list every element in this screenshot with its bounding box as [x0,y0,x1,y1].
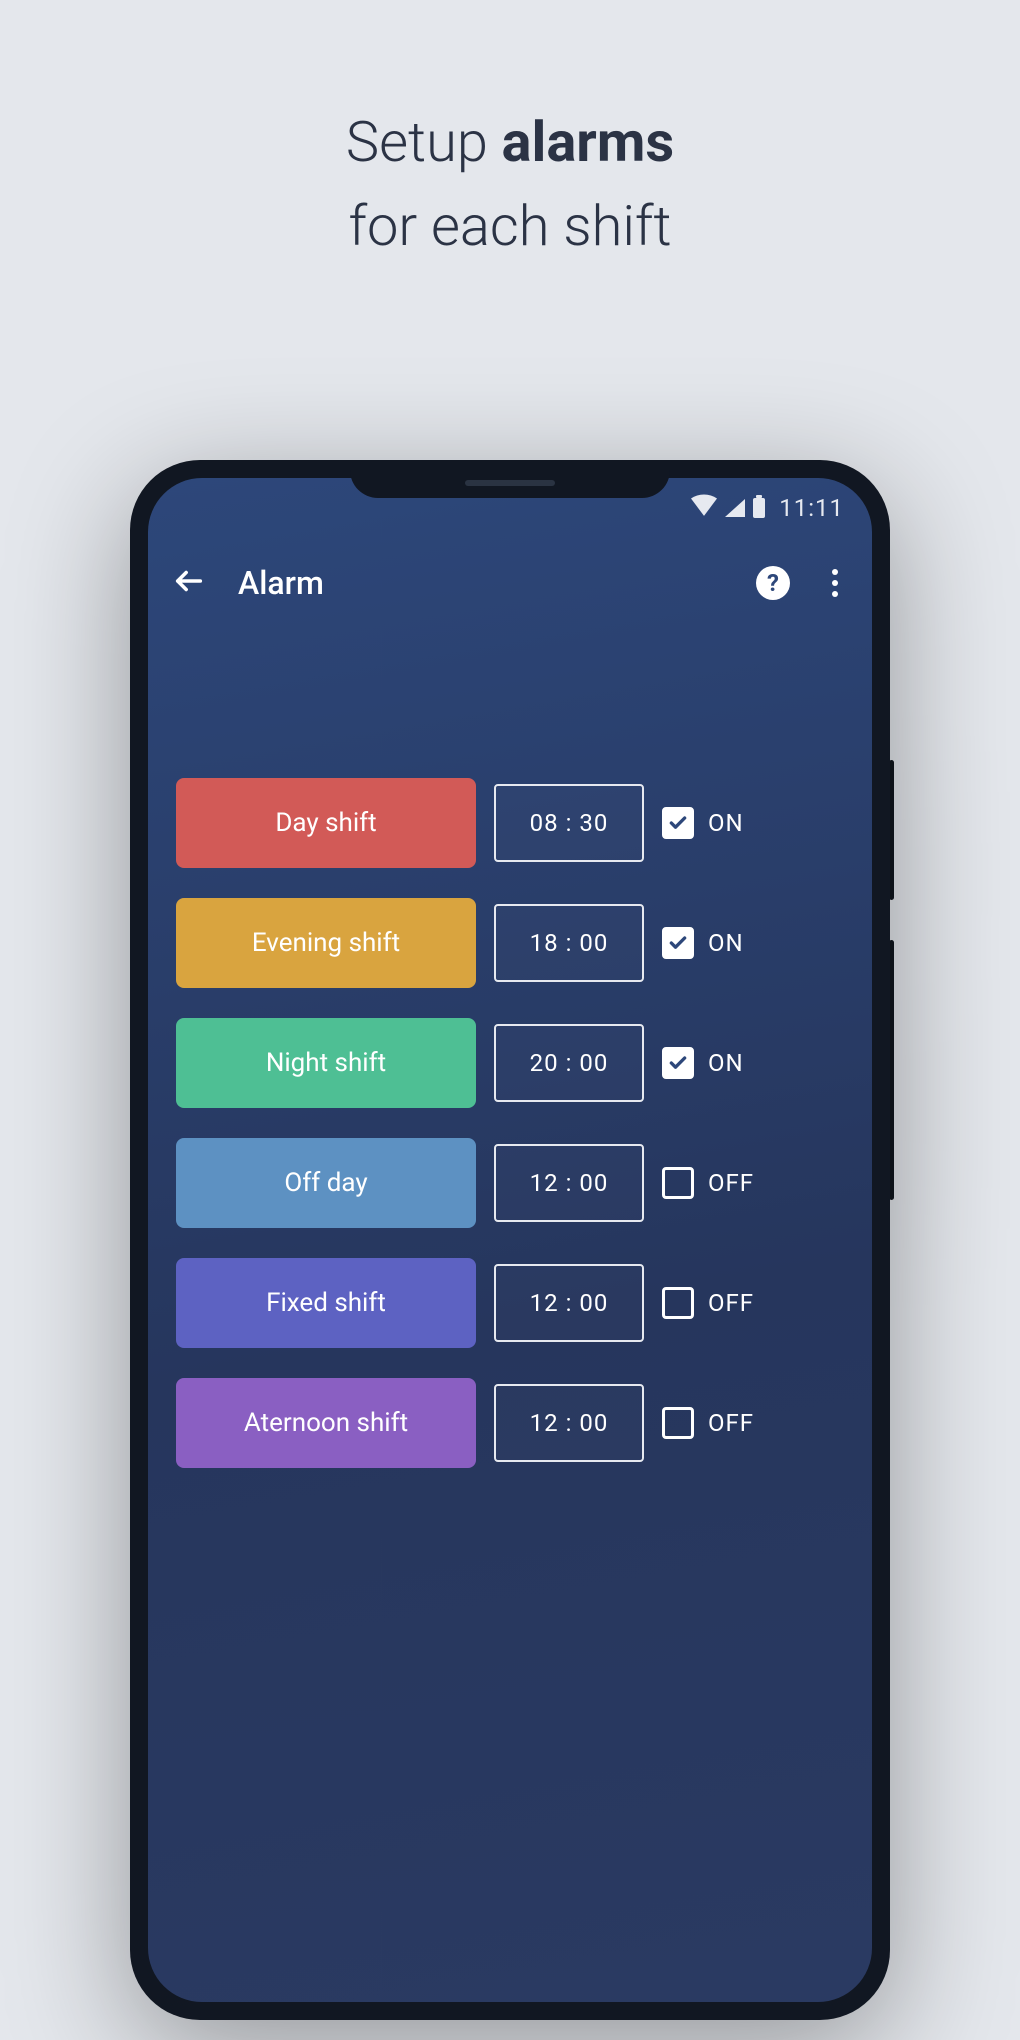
alarm-time-field[interactable]: 12 : 00 [494,1264,644,1342]
toggle-state-label: OFF [708,1289,754,1317]
promo-line1-b: alarms [502,109,675,175]
alarm-toggle[interactable]: OFF [662,1407,792,1439]
shift-chip[interactable]: Day shift [176,778,476,868]
alarm-time-field[interactable]: 12 : 00 [494,1144,644,1222]
checkbox-checked-icon [662,1047,694,1079]
shift-chip[interactable]: Night shift [176,1018,476,1108]
phone-speaker [465,480,555,486]
back-button[interactable] [172,564,206,602]
status-time: 11:11 [779,494,844,522]
alarm-toggle[interactable]: ON [662,1047,792,1079]
phone-frame: 11:11 Alarm ? Day shift08 : 30ONEvening … [130,460,890,2020]
promo-line2: for each shift [0,184,1020,268]
toggle-state-label: ON [708,809,744,837]
shift-chip[interactable]: Fixed shift [176,1258,476,1348]
toggle-state-label: ON [708,929,744,957]
alarm-time-field[interactable]: 20 : 00 [494,1024,644,1102]
checkbox-checked-icon [662,927,694,959]
promo-heading: Setup alarms for each shift [0,0,1020,268]
alarm-row: Aternoon shift12 : 00 OFF [176,1378,844,1468]
page-title: Alarm [238,564,724,602]
checkbox-unchecked-icon [662,1407,694,1439]
battery-icon [753,498,765,518]
toggle-state-label: OFF [708,1409,754,1437]
app-screen: 11:11 Alarm ? Day shift08 : 30ONEvening … [148,478,872,2002]
alarm-list: Day shift08 : 30 ON Evening shift18 : 00 ON… [148,628,872,1468]
overflow-menu-button[interactable] [822,563,848,603]
toggle-state-label: OFF [708,1169,754,1197]
alarm-toggle[interactable]: ON [662,807,792,839]
alarm-row: Night shift20 : 00 ON [176,1018,844,1108]
alarm-row: Off day12 : 00 OFF [176,1138,844,1228]
alarm-row: Day shift08 : 30 ON [176,778,844,868]
alarm-toggle[interactable]: OFF [662,1167,792,1199]
alarm-time-field[interactable]: 12 : 00 [494,1384,644,1462]
alarm-row: Fixed shift12 : 00 OFF [176,1258,844,1348]
wifi-icon [691,494,717,522]
alarm-toggle[interactable]: OFF [662,1287,792,1319]
shift-chip[interactable]: Evening shift [176,898,476,988]
status-bar: 11:11 [148,478,872,538]
alarm-time-field[interactable]: 08 : 30 [494,784,644,862]
promo-line1-a: Setup [346,109,502,175]
alarm-time-field[interactable]: 18 : 00 [494,904,644,982]
alarm-row: Evening shift18 : 00 ON [176,898,844,988]
shift-chip[interactable]: Aternoon shift [176,1378,476,1468]
shift-chip[interactable]: Off day [176,1138,476,1228]
checkbox-checked-icon [662,807,694,839]
checkbox-unchecked-icon [662,1287,694,1319]
help-button[interactable]: ? [756,566,790,600]
help-icon: ? [767,569,779,597]
app-bar: Alarm ? [148,538,872,628]
signal-icon [725,499,745,517]
toggle-state-label: ON [708,1049,744,1077]
checkbox-unchecked-icon [662,1167,694,1199]
alarm-toggle[interactable]: ON [662,927,792,959]
